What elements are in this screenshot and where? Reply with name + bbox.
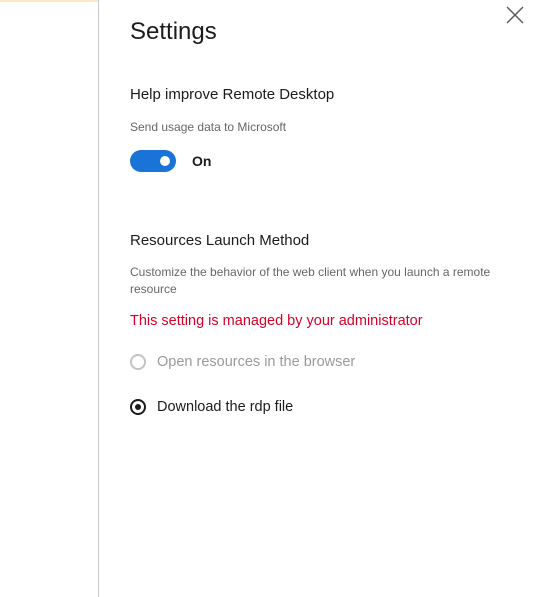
managed-notice: This setting is managed by your administ… [130, 313, 423, 329]
toggle-state-label: On [192, 153, 212, 169]
radio-button-download[interactable] [130, 399, 146, 415]
radio-option-download[interactable]: Download the rdp file [130, 399, 293, 415]
radio-button-browser [130, 354, 146, 370]
close-icon [506, 6, 524, 24]
background-accent-bar [0, 0, 98, 2]
settings-panel: Settings Help improve Remote Desktop Sen… [100, 0, 547, 597]
usage-data-toggle[interactable] [130, 150, 176, 172]
settings-title: Settings [130, 18, 217, 45]
background-app-strip [0, 0, 99, 597]
radio-selected-dot [135, 404, 141, 410]
close-button[interactable] [504, 4, 526, 26]
help-section-description: Send usage data to Microsoft [130, 120, 287, 134]
usage-data-toggle-row: On [130, 150, 211, 172]
launch-section-title: Resources Launch Method [130, 232, 310, 249]
launch-section-description: Customize the behavior of the web client… [130, 265, 491, 296]
radio-label-download[interactable]: Download the rdp file [157, 399, 293, 415]
radio-option-browser: Open resources in the browser [130, 354, 355, 370]
help-section-title: Help improve Remote Desktop [130, 86, 335, 103]
radio-label-browser: Open resources in the browser [157, 354, 356, 370]
toggle-knob [160, 156, 170, 166]
